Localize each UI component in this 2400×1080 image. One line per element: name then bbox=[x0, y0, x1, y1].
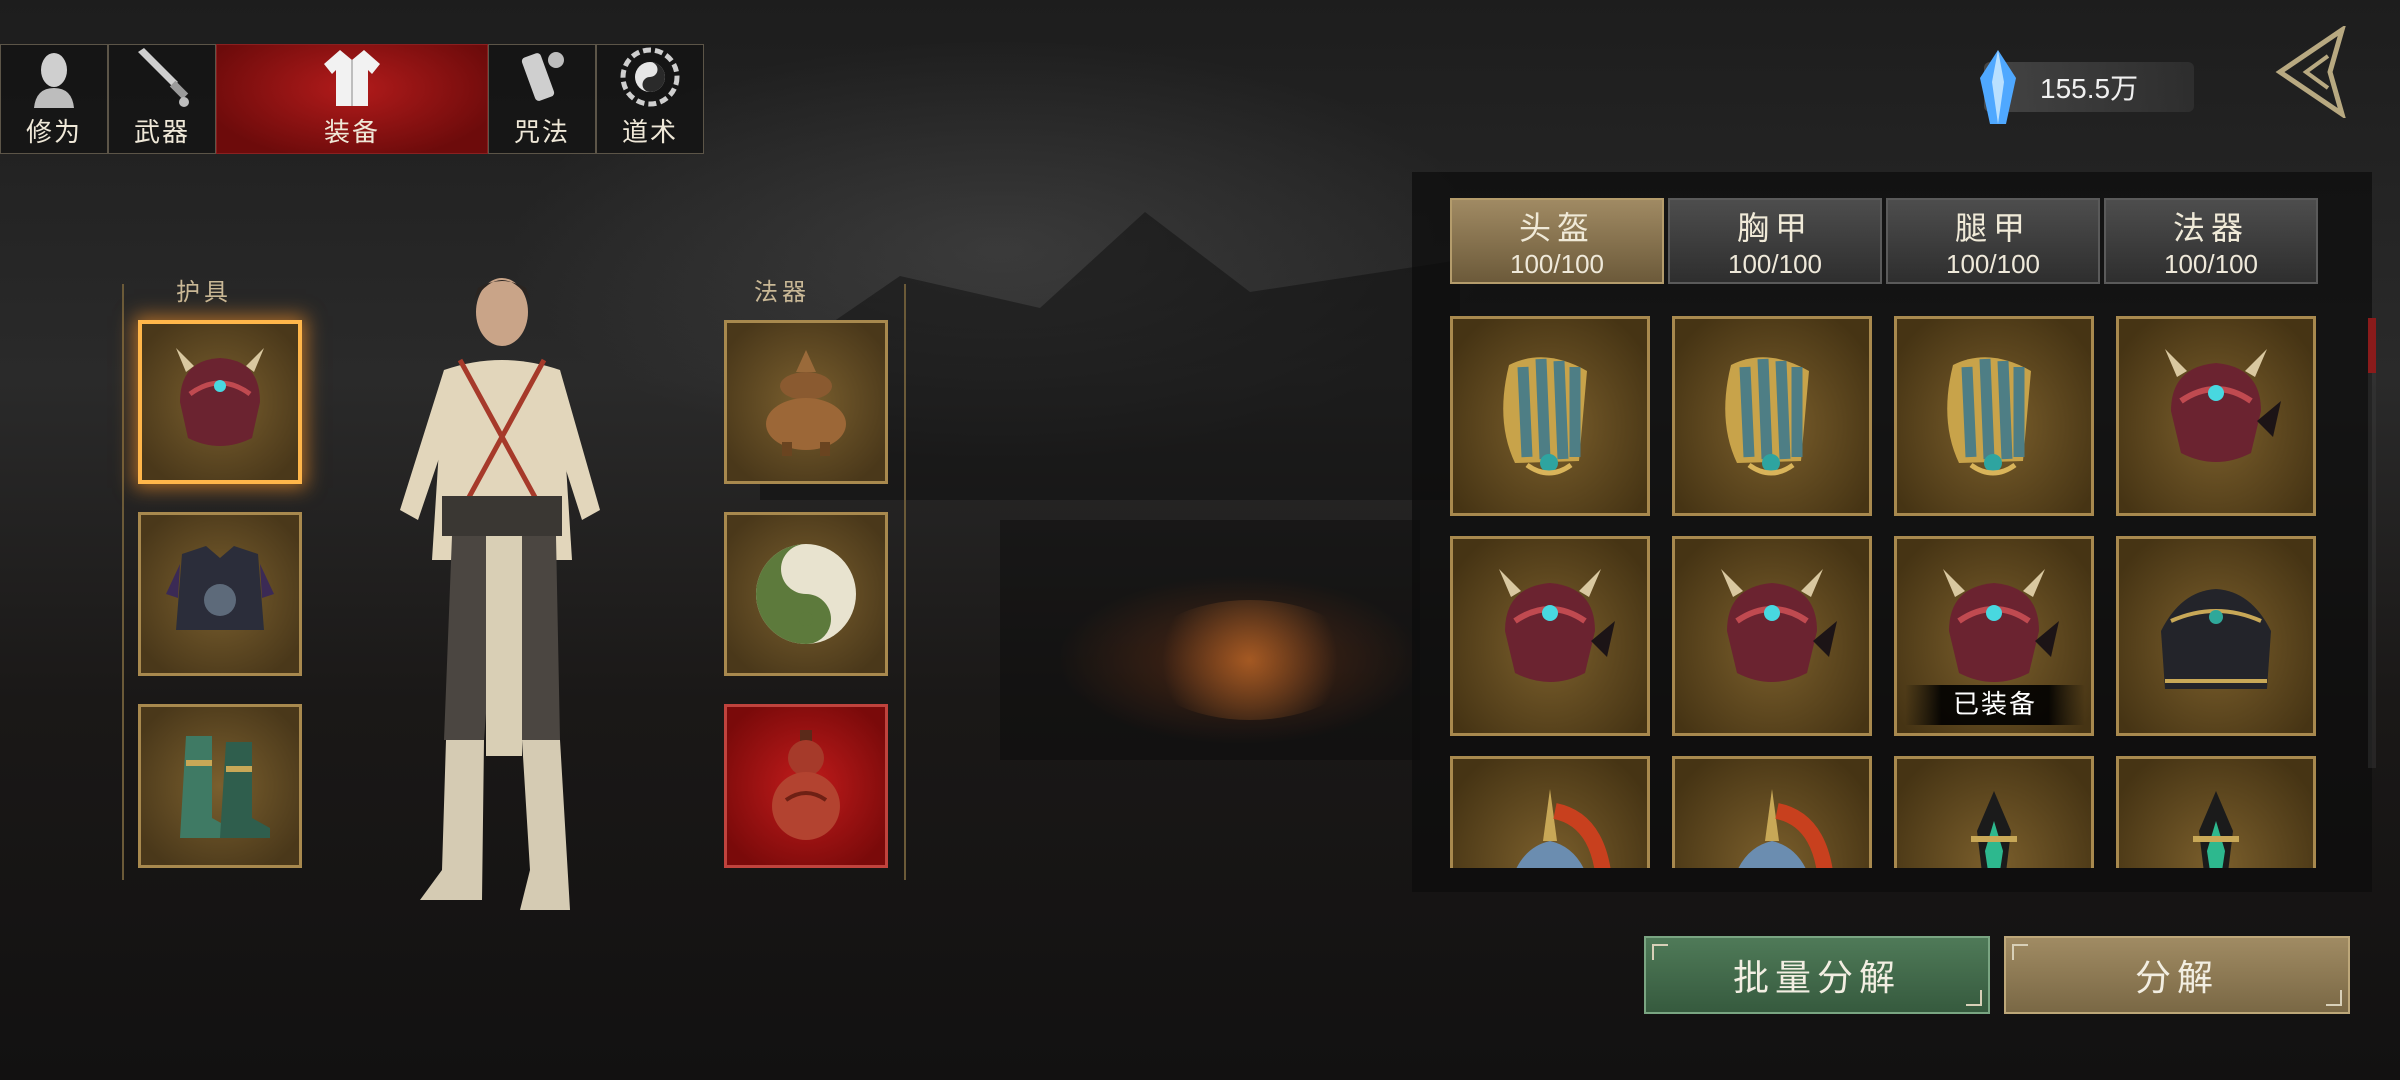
demon-helmet-icon bbox=[176, 348, 264, 446]
plumed-helmet-icon bbox=[1738, 789, 1833, 868]
back-arrow-icon[interactable] bbox=[2272, 26, 2348, 118]
decompose-label: 分解 bbox=[2134, 958, 2219, 999]
red-gourd-icon bbox=[772, 730, 840, 840]
tab-label: 道术 bbox=[621, 118, 678, 148]
category-count: 100/100 bbox=[1946, 248, 2040, 279]
tab-equipment[interactable]: 装备 bbox=[216, 44, 488, 154]
chest-armor-icon bbox=[166, 546, 274, 630]
armor-section-label: 护具 bbox=[176, 278, 232, 306]
tab-chest-armor[interactable]: 胸甲 100/100 bbox=[1668, 198, 1882, 284]
yin-yang-jade-icon bbox=[756, 544, 856, 644]
plumed-helmet-icon bbox=[1516, 789, 1611, 868]
jade-shoulder-guard-icon bbox=[1503, 357, 1587, 476]
inventory-item[interactable] bbox=[1450, 536, 1650, 736]
inventory-item[interactable]: 已装备 bbox=[1894, 536, 2094, 736]
button-corner bbox=[2326, 990, 2342, 1006]
tab-helmet[interactable]: 头盔 100/100 bbox=[1450, 198, 1664, 284]
armor-slot-helmet[interactable] bbox=[138, 320, 302, 484]
tab-weapon[interactable]: 武器 bbox=[108, 44, 216, 154]
black-cloth-hood-icon bbox=[2161, 589, 2271, 689]
artifact-section-label: 法器 bbox=[754, 278, 810, 306]
equipped-badge: 已装备 bbox=[1905, 685, 2085, 725]
armor-frame bbox=[122, 284, 124, 880]
inventory-item[interactable] bbox=[2116, 756, 2316, 868]
armor-slot-boots[interactable] bbox=[138, 704, 302, 868]
tab-label: 装备 bbox=[323, 118, 380, 148]
category-tab-bar: 头盔 100/100 胸甲 100/100 腿甲 100/100 法器 100/… bbox=[1450, 198, 2318, 284]
artifact-slot-incense[interactable] bbox=[724, 320, 888, 484]
button-corner bbox=[1966, 990, 1982, 1006]
category-count: 100/100 bbox=[1510, 248, 1604, 279]
inventory-item[interactable] bbox=[1672, 756, 1872, 868]
artifact-slot-gourd[interactable] bbox=[724, 704, 888, 868]
artifact-slot-yinyang[interactable] bbox=[724, 512, 888, 676]
inventory-item[interactable] bbox=[1672, 536, 1872, 736]
robe-icon bbox=[324, 50, 380, 106]
incense-burner-icon bbox=[766, 350, 846, 456]
armor-slot-chest[interactable] bbox=[138, 512, 302, 676]
inventory-item[interactable] bbox=[1894, 316, 2094, 516]
demon-helmet-icon bbox=[1721, 569, 1837, 682]
spirit-crystal-icon bbox=[1980, 50, 2016, 124]
tab-label: 咒法 bbox=[513, 118, 570, 148]
category-count: 100/100 bbox=[2164, 248, 2258, 279]
currency-display: 155.5万 bbox=[1980, 50, 2194, 124]
category-name: 腿甲 bbox=[1954, 208, 2031, 247]
category-name: 胸甲 bbox=[1736, 208, 1813, 247]
jade-shoulder-guard-icon bbox=[1947, 357, 2031, 476]
batch-decompose-button[interactable]: 批量分解 bbox=[1644, 936, 1990, 1014]
inventory-item[interactable] bbox=[2116, 316, 2316, 516]
green-boots-icon bbox=[180, 736, 270, 838]
tab-leg-armor[interactable]: 腿甲 100/100 bbox=[1886, 198, 2100, 284]
inventory-item[interactable] bbox=[1672, 316, 1872, 516]
top-tab-bar: 修为 武器 装备 咒法 道术 bbox=[0, 44, 704, 154]
button-corner bbox=[1652, 944, 1668, 960]
scrollbar-thumb[interactable] bbox=[2368, 318, 2376, 373]
background-fire bbox=[1140, 600, 1360, 720]
inventory-grid: 已装备 bbox=[1450, 316, 2316, 868]
tab-taoism[interactable]: 道术 bbox=[596, 44, 704, 154]
category-name: 法器 bbox=[2172, 208, 2249, 247]
weapon-icon bbox=[138, 48, 189, 107]
category-count: 100/100 bbox=[1728, 248, 1822, 279]
batch-decompose-label: 批量分解 bbox=[1732, 958, 1901, 999]
demon-helmet-icon bbox=[1499, 569, 1615, 682]
scroll-gourd-icon bbox=[521, 52, 564, 101]
cultivation-head-icon bbox=[34, 53, 74, 108]
inventory-scrollbar[interactable] bbox=[2368, 318, 2376, 768]
decompose-button[interactable]: 分解 bbox=[2004, 936, 2350, 1014]
button-corner bbox=[2012, 944, 2028, 960]
inventory-item[interactable] bbox=[1450, 316, 1650, 516]
inventory-item[interactable] bbox=[1894, 756, 2094, 868]
inventory-item[interactable] bbox=[1450, 756, 1650, 868]
jade-shoulder-guard-icon bbox=[1725, 357, 1809, 476]
category-name: 头盔 bbox=[1518, 208, 1595, 247]
green-blade-talisman-icon bbox=[2193, 791, 2239, 868]
inventory-item[interactable] bbox=[2116, 536, 2316, 736]
artifact-frame bbox=[904, 284, 906, 880]
tab-artifact[interactable]: 法器 100/100 bbox=[2104, 198, 2318, 284]
green-blade-talisman-icon bbox=[1971, 791, 2017, 868]
tab-cultivation[interactable]: 修为 bbox=[0, 44, 108, 154]
demon-helmet-icon bbox=[2165, 349, 2281, 462]
tab-label: 武器 bbox=[133, 118, 190, 148]
bagua-icon bbox=[620, 47, 680, 107]
currency-value: 155.5万 bbox=[2040, 73, 2139, 104]
inventory-grid-viewport[interactable]: 已装备 bbox=[1450, 316, 2320, 868]
tab-label: 修为 bbox=[25, 118, 82, 148]
character-model bbox=[400, 278, 600, 910]
tab-spell[interactable]: 咒法 bbox=[488, 44, 596, 154]
